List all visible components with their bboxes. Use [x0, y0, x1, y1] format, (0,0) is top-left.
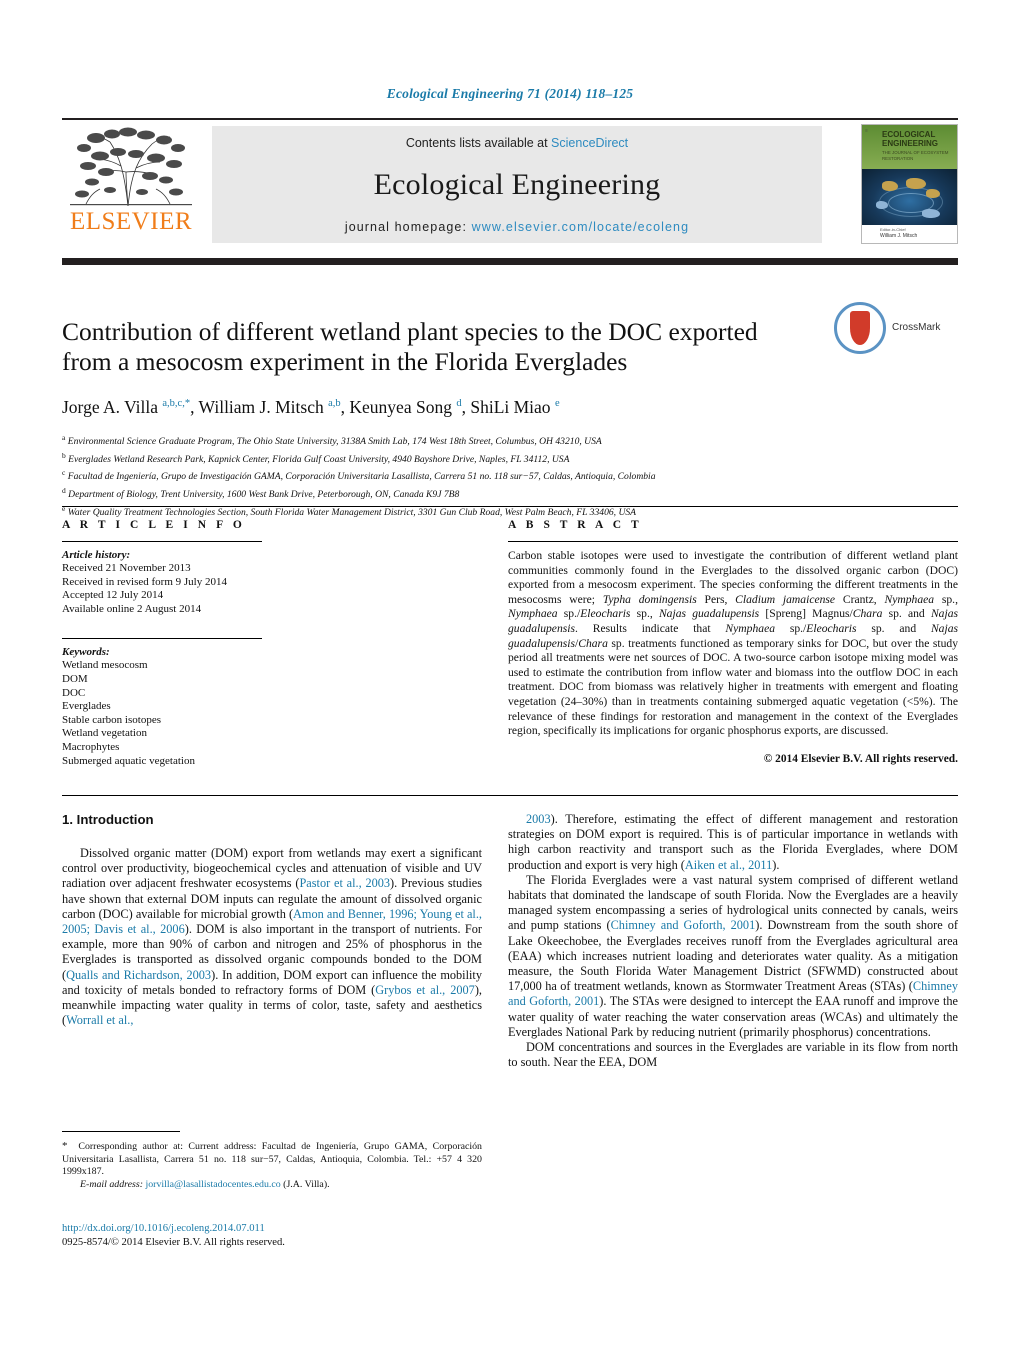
corresponding-author-text: * Corresponding author at: Current addre…: [62, 1140, 482, 1178]
abstract-rule: [508, 541, 958, 542]
keywords-label: Keywords:: [62, 646, 110, 659]
email-line: E-mail address: jorvilla@lasallistadocen…: [62, 1179, 482, 1192]
affiliation-item: b Everglades Wetland Research Park, Kapn…: [62, 449, 958, 467]
homepage-prefix: journal homepage:: [344, 220, 468, 234]
article-info-rule: [62, 541, 262, 542]
abstract-column: A B S T R A C T Carbon stable isotopes w…: [508, 519, 958, 765]
keywords-list: Wetland mesocosm DOM DOC Everglades Stable c…: [62, 659, 432, 768]
masthead-center-panel: Contents lists available at ScienceDirec…: [212, 126, 822, 243]
article-history-item: Received in revised form 9 July 2014: [62, 575, 227, 588]
body-paragraph: The Florida Everglades were a vast natur…: [508, 872, 958, 1039]
crossmark-badge[interactable]: CrossMark: [834, 302, 954, 358]
elsevier-logo: ELSEVIER: [62, 126, 200, 244]
article-info-column: A R T I C L E I N F O Article history: R…: [62, 519, 432, 768]
sciencedirect-link[interactable]: ScienceDirect: [551, 136, 628, 150]
cover-editor-label: Editor-in-Chief: [880, 227, 906, 232]
body-paragraph: DOM concentrations and sources in the Ev…: [508, 1040, 958, 1070]
cover-artwork: [862, 169, 957, 227]
doi-link[interactable]: http://dx.doi.org/10.1016/j.ecoleng.2014…: [62, 1222, 482, 1236]
cover-blob-2: [906, 178, 926, 189]
affiliation-item: e Water Quality Treatment Technologies S…: [62, 502, 958, 520]
title-block: CrossMark Contribution of different wetl…: [62, 300, 958, 520]
author-list: Jorge A. Villa a,b,c,*, William J. Mitsc…: [62, 397, 560, 418]
footnote-rule: [62, 1131, 180, 1133]
article-history-item: Available online 2 August 2014: [62, 602, 202, 615]
contents-prefix: Contents lists available at: [405, 136, 552, 150]
body-paragraph: 2003). Therefore, estimating the effect …: [508, 812, 958, 872]
affiliation-item: a Environmental Science Graduate Program…: [62, 431, 958, 449]
keyword-item: Wetland mesocosm: [62, 659, 148, 672]
journal-title: Ecological Engineering: [373, 168, 661, 201]
article-history-item: Accepted 12 July 2014: [62, 589, 164, 602]
cover-blob-1: [882, 181, 898, 191]
email-label: E-mail address:: [80, 1178, 143, 1190]
cover-subtitle-text: THE JOURNAL OF ECOSYSTEM RESTORATION: [882, 150, 949, 161]
elsevier-tree-icon: [70, 127, 192, 207]
cover-blob-3: [926, 189, 940, 198]
contents-available-line: Contents lists available at ScienceDirec…: [406, 136, 628, 150]
cover-blob-5: [922, 209, 940, 218]
affiliation-item: c Facultad de Ingeniería, Grupo de Inves…: [62, 466, 958, 484]
abstract-text: Carbon stable isotopes were used to inve…: [508, 549, 958, 738]
body-column-right: 2003). Therefore, estimating the effect …: [508, 812, 958, 1070]
keyword-item: Wetland vegetation: [62, 727, 147, 740]
email-link[interactable]: jorvilla@lasallistadocentes.edu.co: [145, 1179, 280, 1190]
homepage-url-link[interactable]: www.elsevier.com/locate/ecoleng: [472, 220, 690, 234]
keyword-item: Stable carbon isotopes: [62, 713, 161, 726]
abstract-copyright: © 2014 Elsevier B.V. All rights reserved…: [763, 752, 958, 765]
journal-cover-thumbnail: ≡ ECOLOGICAL ENGINEERING THE JOURNAL OF …: [861, 124, 958, 244]
keyword-item: DOC: [62, 686, 86, 699]
cover-blob-4: [876, 201, 888, 209]
info-bottom-rule: [62, 795, 958, 796]
keyword-item: Submerged aquatic vegetation: [62, 754, 195, 767]
keyword-item: DOM: [62, 672, 88, 685]
journal-homepage-line: journal homepage: www.elsevier.com/locat…: [345, 220, 689, 234]
info-top-rule: [62, 506, 958, 507]
keyword-item: Everglades: [62, 700, 111, 713]
email-suffix: (J.A. Villa).: [283, 1178, 330, 1190]
issn-copyright-line: 0925-8574/© 2014 Elsevier B.V. All right…: [62, 1237, 285, 1248]
article-history-label: Article history:: [62, 549, 131, 561]
cover-footer-band: Editor-in-Chief William J. Mitsch: [862, 225, 957, 243]
affiliation-text: Everglades Wetland Research Park, Kapnic…: [65, 453, 570, 465]
crossmark-label: CrossMark: [892, 322, 941, 333]
article-history-item: Received 21 November 2013: [62, 562, 191, 574]
keyword-item: Macrophytes: [62, 740, 120, 753]
cover-elsevier-mark: ≡: [865, 129, 868, 134]
affiliation-text: Water Quality Treatment Technologies Sec…: [65, 507, 637, 519]
abstract-heading: A B S T R A C T: [508, 519, 643, 531]
article-info-heading: A R T I C L E I N F O: [62, 519, 246, 531]
crossmark-icon: [834, 302, 886, 354]
body-paragraph: Dissolved organic matter (DOM) export fr…: [62, 846, 482, 1028]
affiliation-text: Department of Biology, Trent University,…: [65, 489, 460, 501]
masthead-bottom-rule: [62, 258, 958, 265]
page-title: Contribution of different wetland plant …: [62, 317, 758, 377]
affiliation-text: Environmental Science Graduate Program, …: [65, 436, 602, 448]
doi-block: http://dx.doi.org/10.1016/j.ecoleng.2014…: [62, 1222, 482, 1250]
section-heading-introduction: 1. Introduction: [62, 812, 154, 827]
elsevier-wordmark: ELSEVIER: [69, 208, 193, 235]
article-history-list: Received 21 November 2013 Received in rev…: [62, 562, 432, 616]
keywords-rule: [62, 638, 262, 640]
corresponding-author-footnote: * Corresponding author at: Current addre…: [62, 1140, 482, 1191]
right-column-paragraphs: 2003). Therefore, estimating the effect …: [508, 812, 958, 1070]
journal-masthead: ELSEVIER Contents lists available at Sci…: [62, 118, 958, 244]
cover-title-text: ECOLOGICAL ENGINEERING: [882, 130, 939, 148]
left-column-paragraphs: Dissolved organic matter (DOM) export fr…: [62, 846, 482, 1028]
body-column-left: 1. Introduction Dissolved organic matter…: [62, 812, 482, 1028]
cover-editor-name: William J. Mitsch: [880, 233, 918, 239]
journal-article-page: Ecological Engineering 71 (2014) 118–125: [0, 0, 1020, 1351]
affiliation-text: Facultad de Ingeniería, Grupo de Investi…: [65, 471, 656, 483]
affiliation-item: d Department of Biology, Trent Universit…: [62, 484, 958, 502]
running-head: Ecological Engineering 71 (2014) 118–125: [386, 86, 634, 101]
